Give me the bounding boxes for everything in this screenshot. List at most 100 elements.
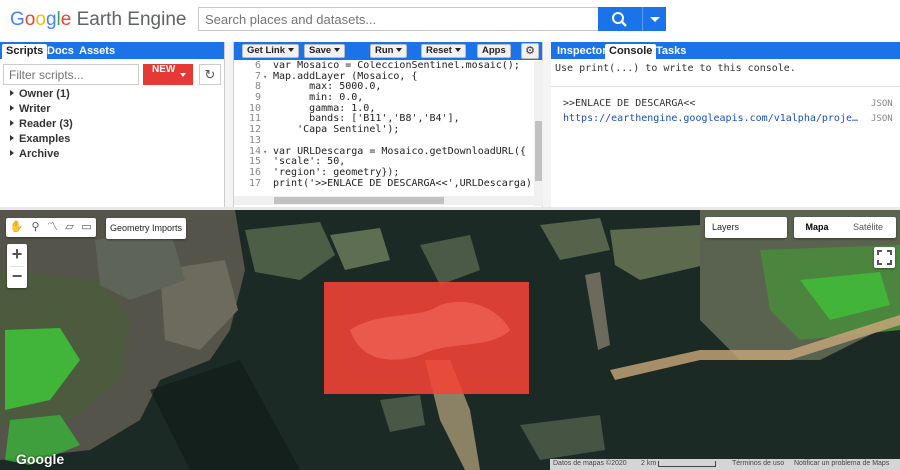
line-tool-icon[interactable]: 〽 [45, 220, 60, 235]
tab-tasks[interactable]: Tasks [652, 44, 690, 59]
fold-icon[interactable]: ▾ [263, 72, 267, 83]
tree-item-examples[interactable]: Examples [10, 133, 73, 148]
search-button[interactable] [598, 7, 642, 31]
fold-icon[interactable]: ▾ [263, 147, 267, 158]
polygon-tool-icon[interactable]: ▱ [62, 220, 77, 235]
download-url-link[interactable]: https://earthengine.googleapis.com/v1alp… [563, 113, 858, 124]
search-icon [612, 12, 627, 27]
chevron-down-icon [180, 73, 186, 77]
left-tabbar: Scripts Docs Assets [0, 42, 224, 59]
chevron-down-icon [454, 48, 461, 52]
expand-icon [10, 90, 14, 96]
line-number: 16 [248, 166, 261, 178]
button-label: Reset [426, 45, 452, 56]
refresh-button[interactable]: ↻ [199, 64, 221, 85]
save-button[interactable]: Save [304, 44, 346, 58]
satellite-imagery [0, 210, 900, 470]
new-button-label: NEW [152, 64, 176, 75]
map-view[interactable]: ✋ ⚲ 〽 ▱ ▭ Geometry Imports + − Layers Ma… [0, 210, 900, 470]
scale-bar [658, 461, 716, 467]
map-type-control: Mapa Satélite [794, 217, 896, 238]
button-label: Apps [482, 45, 506, 56]
reset-button[interactable]: Reset [421, 44, 466, 58]
code-area[interactable]: 6 var Mosaico = ColeccionSentinel.mosaic(… [234, 61, 534, 196]
tree-item-label: Owner (1) [19, 88, 70, 100]
get-link-button[interactable]: Get Link [242, 44, 300, 58]
console-hint: Use print(...) to write to this console. [555, 63, 796, 74]
search-input[interactable] [198, 7, 598, 31]
chevron-down-icon [334, 48, 341, 52]
tree-item-archive[interactable]: Archive [10, 148, 73, 163]
button-label: Run [375, 45, 394, 56]
logo-product: Earth Engine [76, 9, 187, 30]
new-button[interactable]: NEW [143, 64, 193, 85]
panel-splitter[interactable] [543, 42, 551, 207]
json-toggle[interactable]: JSON [871, 99, 893, 109]
right-tabbar: Inspector Console Tasks [551, 42, 900, 59]
tab-assets[interactable]: Assets [75, 44, 119, 59]
console-panel: Inspector Console Tasks Use print(...) t… [551, 42, 900, 207]
zoom-control: + − [7, 244, 27, 288]
line-number: 13 [248, 134, 261, 146]
earth-engine-app: Google Earth Engine Scripts Docs Assets … [0, 0, 900, 470]
refresh-icon: ↻ [204, 67, 216, 82]
panel-splitter[interactable] [225, 42, 233, 207]
search-options-button[interactable] [642, 7, 666, 31]
editor-toolbar: Get Link Save Run Reset Apps ⚙ [234, 42, 542, 60]
code-line: 17 print('>>ENLACE DE DESCARGA<<',URLDesc… [234, 177, 534, 190]
pan-hand-icon[interactable]: ✋ [9, 220, 24, 235]
map-footer: Datos de mapas ©2020 2 km Términos de us… [550, 459, 900, 470]
zoom-out-button[interactable]: − [7, 266, 27, 287]
google-logo: Google [16, 451, 65, 467]
json-toggle[interactable]: JSON [871, 114, 893, 124]
code-text: 'region': geometry}); [273, 166, 400, 178]
zoom-in-button[interactable]: + [7, 244, 27, 265]
chevron-down-icon [650, 17, 660, 22]
tab-scripts[interactable]: Scripts [2, 44, 48, 59]
line-number: 17 [248, 177, 261, 189]
tab-inspector[interactable]: Inspector [553, 44, 611, 59]
tree-item-reader[interactable]: Reader (3) [10, 118, 73, 133]
tree-item-label: Archive [19, 148, 60, 160]
console-entry: >>ENLACE DE DESCARGA<< [563, 98, 696, 109]
earth-engine-logo[interactable]: Google Earth Engine [10, 9, 186, 31]
header: Google Earth Engine [0, 0, 900, 42]
scripts-panel: Scripts Docs Assets NEW ↻ Owner (1) Writ… [0, 42, 225, 207]
tree-item-writer[interactable]: Writer [10, 103, 73, 118]
filter-scripts-input[interactable] [3, 64, 139, 85]
scrollbar-thumb[interactable] [535, 121, 542, 181]
tree-item-owner[interactable]: Owner (1) [10, 88, 73, 103]
chevron-down-icon [288, 48, 295, 52]
editor-horizontal-scrollbar[interactable] [234, 196, 534, 205]
marker-icon[interactable]: ⚲ [28, 220, 43, 235]
settings-button[interactable]: ⚙ [521, 43, 539, 59]
drawing-tools: ✋ ⚲ 〽 ▱ ▭ [6, 218, 96, 237]
gear-icon: ⚙ [525, 45, 535, 57]
logo-letter: o [35, 9, 46, 30]
editor-vertical-scrollbar[interactable] [534, 61, 543, 206]
map-type-map[interactable]: Mapa [794, 217, 840, 238]
script-tree: Owner (1) Writer Reader (3) Examples Arc… [10, 88, 73, 163]
tab-docs[interactable]: Docs [43, 44, 78, 59]
expand-icon [10, 135, 14, 141]
tree-item-label: Examples [19, 133, 71, 145]
scrollbar-thumb[interactable] [274, 197, 444, 204]
divider [551, 86, 900, 87]
layers-button[interactable]: Layers [705, 217, 787, 238]
expand-icon [10, 105, 14, 111]
code-editor-panel: Get Link Save Run Reset Apps ⚙ 6 var Mosa… [233, 42, 543, 207]
tree-item-label: Writer [19, 103, 51, 115]
terms-link[interactable]: Términos de uso [732, 460, 784, 467]
run-button[interactable]: Run [370, 44, 408, 58]
map-type-satellite[interactable]: Satélite [840, 217, 896, 238]
geometry-imports-button[interactable]: Geometry Imports [106, 218, 186, 239]
apps-button[interactable]: Apps [477, 44, 511, 58]
logo-letter: G [10, 9, 25, 30]
code-line: 12 'Capa Sentinel'); [234, 124, 534, 136]
rectangle-tool-icon[interactable]: ▭ [79, 220, 94, 235]
logo-letter: g [45, 9, 57, 30]
report-problem-link[interactable]: Notificar un problema de Maps [794, 460, 889, 467]
tab-console[interactable]: Console [605, 44, 657, 59]
scale-label: 2 km [641, 460, 657, 467]
fullscreen-button[interactable] [874, 247, 895, 268]
